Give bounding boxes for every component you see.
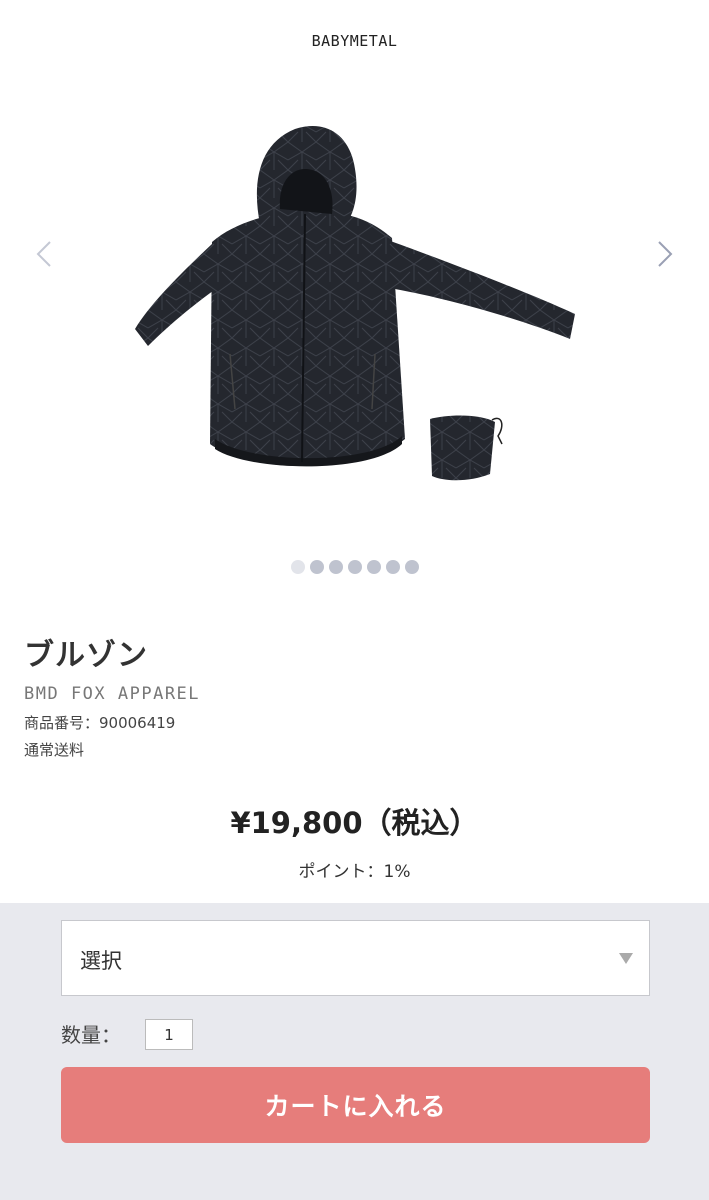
product-image[interactable] bbox=[120, 114, 590, 514]
site-header: BABYMETAL bbox=[0, 0, 709, 84]
quantity-input[interactable] bbox=[145, 1019, 193, 1050]
chevron-left-icon bbox=[36, 241, 51, 267]
product-price: ¥19,800（税込） bbox=[230, 806, 479, 840]
variant-select[interactable]: 選択 bbox=[61, 920, 650, 996]
carousel-prev-button[interactable] bbox=[24, 234, 64, 274]
shipping-type: 通常送料 bbox=[24, 741, 85, 759]
carousel-dot[interactable] bbox=[309, 560, 324, 574]
carousel-pagination bbox=[0, 560, 709, 576]
carousel-dot[interactable] bbox=[328, 560, 343, 574]
product-points: ポイント：1% bbox=[298, 862, 411, 882]
product-maker: BMD FOX APPAREL bbox=[24, 684, 201, 704]
product-code: 商品番号：90006419 bbox=[24, 714, 176, 732]
chevron-right-icon bbox=[658, 241, 673, 267]
cart-panel: 選択 数量： カートに入れる bbox=[0, 903, 709, 1200]
carousel-dot[interactable] bbox=[385, 560, 400, 574]
quantity-label: 数量： bbox=[61, 1023, 121, 1047]
product-image-carousel bbox=[0, 84, 709, 584]
carousel-dot[interactable] bbox=[347, 560, 362, 574]
add-to-cart-button[interactable]: カートに入れる bbox=[61, 1067, 650, 1143]
product-title: ブルゾン bbox=[24, 638, 148, 673]
carousel-dot[interactable] bbox=[366, 560, 381, 574]
brand-logo[interactable]: BABYMETAL bbox=[0, 32, 709, 50]
carousel-next-button[interactable] bbox=[645, 234, 685, 274]
product-info: ブルゾン BMD FOX APPAREL 商品番号：90006419 通常送料 bbox=[24, 636, 684, 760]
caret-down-icon bbox=[619, 953, 633, 964]
variant-select-label: 選択 bbox=[80, 949, 122, 973]
carousel-dot[interactable] bbox=[404, 560, 419, 574]
carousel-dot[interactable] bbox=[290, 560, 305, 574]
